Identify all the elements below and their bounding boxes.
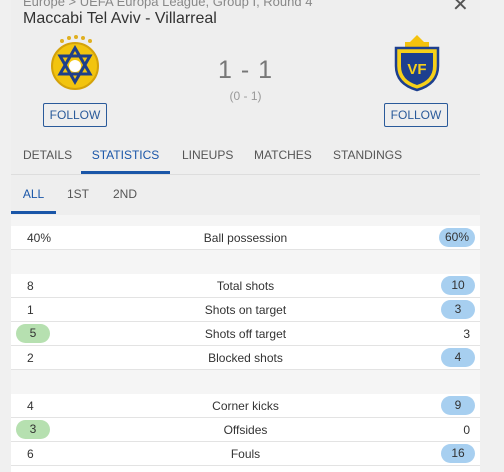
stat-row-total-shots: 8 Total shots 10: [11, 274, 480, 298]
follow-home-button[interactable]: FOLLOW: [43, 103, 107, 127]
close-icon[interactable]: ✕: [452, 0, 469, 17]
tab-standings[interactable]: STANDINGS: [333, 136, 402, 174]
away-value: 0: [463, 423, 470, 437]
tab-details[interactable]: DETAILS: [23, 136, 72, 174]
away-value: 60%: [438, 228, 475, 247]
away-value: 4: [441, 348, 475, 367]
highlight-pill: 3: [441, 300, 475, 319]
subtab-all[interactable]: ALL: [11, 175, 56, 214]
away-value: 3: [463, 327, 470, 341]
away-value: 16: [441, 444, 475, 463]
score: 1 - 1: [217, 56, 274, 84]
stat-row-blocked-shots: 2 Blocked shots 4: [11, 346, 480, 370]
stat-label: Shots off target: [204, 327, 287, 341]
highlight-pill: 16: [441, 444, 475, 463]
stat-label: Blocked shots: [208, 351, 283, 365]
follow-away-button[interactable]: FOLLOW: [384, 103, 448, 127]
stat-label: Offsides: [223, 423, 268, 437]
highlight-pill: 10: [441, 276, 475, 295]
away-value: 10: [441, 276, 475, 295]
stat-row-partial: [11, 466, 480, 472]
period-tabs: ALL 1ST 2ND: [11, 175, 480, 214]
stat-label: Corner kicks: [212, 399, 279, 413]
subtab-1st[interactable]: 1ST: [63, 175, 93, 214]
stat-label: Ball possession: [203, 231, 288, 245]
stat-row-corner-kicks: 4 Corner kicks 9: [11, 394, 480, 418]
halftime-score: (0 - 1): [229, 89, 262, 103]
match-header: Europe > UEFA Europa League, Group I, Ro…: [11, 0, 480, 215]
highlight-pill: 60%: [438, 228, 475, 247]
match-panel: Europe > UEFA Europa League, Group I, Ro…: [11, 0, 480, 472]
stat-row-offsides: 3 Offsides 0: [11, 418, 480, 442]
stat-row-fouls: 6 Fouls 16: [11, 442, 480, 466]
highlight-pill: 9: [441, 396, 475, 415]
away-value: 9: [441, 396, 475, 415]
tab-matches[interactable]: MATCHES: [254, 136, 312, 174]
tab-lineups[interactable]: LINEUPS: [182, 136, 233, 174]
stat-label: Fouls: [230, 447, 261, 461]
match-title: Maccabi Tel Aviv - Villarreal: [23, 10, 217, 27]
stat-row-shots-off-target: 5 Shots off target 3: [11, 322, 480, 346]
stat-label: Total shots: [216, 279, 275, 293]
stat-row-ball-possession: 40% Ball possession 60%: [11, 226, 480, 250]
stat-row-shots-on-target: 1 Shots on target 3: [11, 298, 480, 322]
subtab-2nd[interactable]: 2ND: [109, 175, 141, 214]
tab-statistics[interactable]: STATISTICS: [81, 136, 170, 174]
away-value: 3: [441, 300, 475, 319]
match-tabs: DETAILS STATISTICS LINEUPS MATCHES STAND…: [11, 136, 480, 175]
stat-label: Shots on target: [204, 303, 287, 317]
breadcrumb[interactable]: Europe > UEFA Europa League, Group I, Ro…: [23, 0, 312, 9]
highlight-pill: 4: [441, 348, 475, 367]
